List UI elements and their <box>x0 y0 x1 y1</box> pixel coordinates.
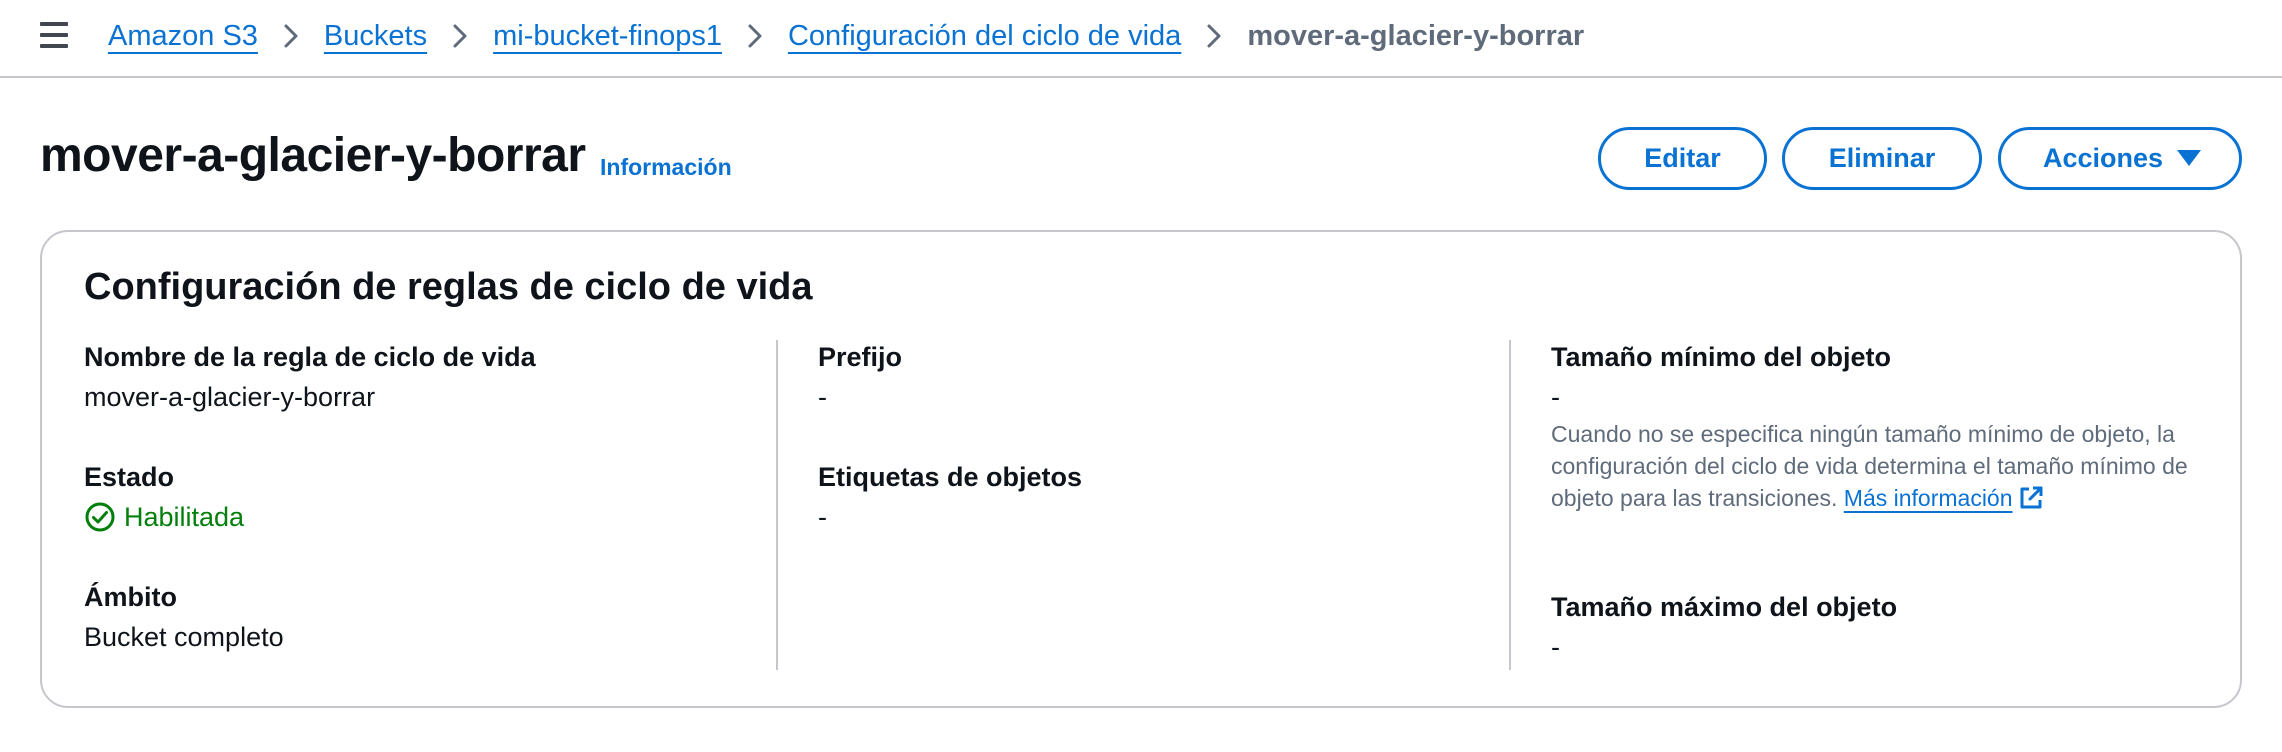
min-size-help-text: Cuando no se especifica ningún tamaño mí… <box>1551 418 2211 514</box>
scope-value: Bucket completo <box>84 622 284 652</box>
object-tags-field: Etiquetas de objetos - <box>818 460 1082 534</box>
prefix-field: Prefijo - <box>818 340 902 414</box>
rule-name-label: Nombre de la regla de ciclo de vida <box>84 342 536 372</box>
min-size-field: Tamaño mínimo del objeto - Cuando no se … <box>1551 340 2211 514</box>
lifecycle-rule-config-card: Configuración de reglas de ciclo de vida… <box>40 230 2242 708</box>
breadcrumb-amazon-s3[interactable]: Amazon S3 <box>108 20 258 53</box>
object-tags-label: Etiquetas de objetos <box>818 462 1083 492</box>
check-circle-icon <box>85 502 115 532</box>
rule-name-value: mover-a-glacier-y-borrar <box>84 382 376 412</box>
max-size-field: Tamaño máximo del objeto - <box>1551 590 1897 664</box>
rule-name-field: Nombre de la regla de ciclo de vida move… <box>84 340 536 414</box>
max-size-label: Tamaño máximo del objeto <box>1551 592 1898 622</box>
breadcrumb-bucket[interactable]: mi-bucket-finops1 <box>493 20 722 53</box>
external-link-icon <box>2020 486 2043 509</box>
prefix-value: - <box>818 382 827 412</box>
breadcrumb-buckets[interactable]: Buckets <box>324 20 427 53</box>
min-size-value: - <box>1551 382 1560 412</box>
delete-button[interactable]: Eliminar <box>1782 127 1982 190</box>
breadcrumb-lifecycle-config[interactable]: Configuración del ciclo de vida <box>788 20 1181 53</box>
column-general: Nombre de la regla de ciclo de vida move… <box>84 340 774 670</box>
learn-more-label: Más información <box>1843 485 2013 511</box>
chevron-right-icon <box>722 23 788 49</box>
learn-more-link[interactable]: Más información <box>1844 485 2045 511</box>
status-value: Habilitada <box>124 502 245 532</box>
scope-field: Ámbito Bucket completo <box>84 580 284 654</box>
min-size-label: Tamaño mínimo del objeto <box>1551 342 1892 372</box>
actions-dropdown-button[interactable]: Acciones <box>1998 127 2242 190</box>
info-link[interactable]: Información <box>600 154 732 181</box>
caret-down-icon <box>2177 150 2201 166</box>
object-tags-value: - <box>818 502 827 532</box>
page-title: mover-a-glacier-y-borrar <box>40 129 586 182</box>
chevron-right-icon <box>1181 23 1247 49</box>
status-field: Estado Habilitada <box>84 460 244 534</box>
chevron-right-icon <box>427 23 493 49</box>
scope-label: Ámbito <box>84 582 177 612</box>
column-filters: Prefijo - Etiquetas de objetos - <box>776 340 1509 670</box>
column-object-size: Tamaño mínimo del objeto - Cuando no se … <box>1509 340 2209 670</box>
prefix-label: Prefijo <box>818 342 903 372</box>
chevron-right-icon <box>258 23 324 49</box>
status-label: Estado <box>84 462 175 492</box>
menu-icon[interactable] <box>38 20 70 50</box>
breadcrumb-current: mover-a-glacier-y-borrar <box>1247 19 1585 52</box>
edit-button[interactable]: Editar <box>1598 127 1767 190</box>
top-navigation-bar: Amazon S3 Buckets mi-bucket-finops1 Conf… <box>0 0 2282 78</box>
card-title: Configuración de reglas de ciclo de vida <box>84 266 813 308</box>
max-size-value: - <box>1551 632 1560 662</box>
actions-button-label: Acciones <box>2043 143 2164 173</box>
status-badge: Habilitada <box>84 500 244 534</box>
breadcrumb: Amazon S3 Buckets mi-bucket-finops1 Conf… <box>108 0 1584 72</box>
